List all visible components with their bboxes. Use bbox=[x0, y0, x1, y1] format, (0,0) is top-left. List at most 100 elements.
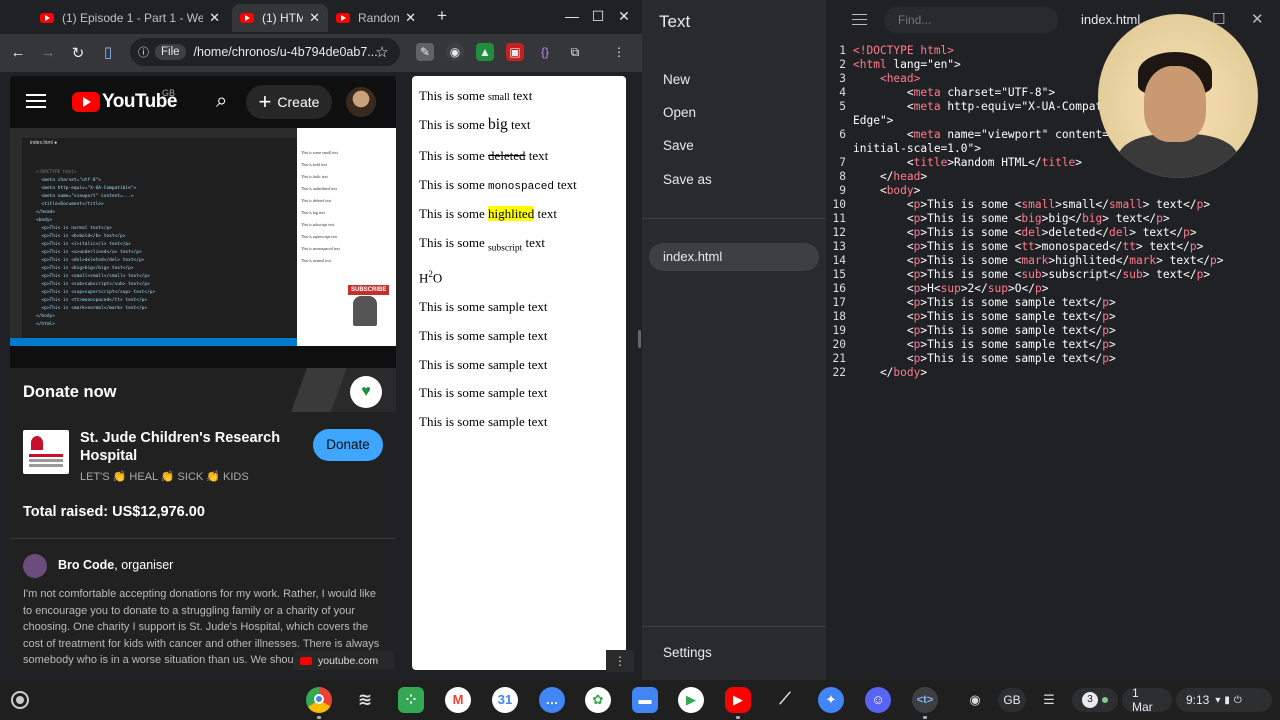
code-line: <p>This is some sample text</p> bbox=[853, 324, 1116, 337]
files-icon[interactable]: ▬ bbox=[632, 687, 658, 713]
donate-title: Donate now bbox=[23, 383, 117, 401]
organiser-role: , organiser bbox=[114, 558, 174, 572]
close-window-button[interactable]: ✕ bbox=[614, 8, 634, 25]
line-number: 11 bbox=[832, 212, 846, 225]
menu-open[interactable]: Open bbox=[663, 105, 696, 120]
address-bar[interactable]: ⓘ File /home/chronos/u-4b794de0ab7... bbox=[130, 38, 400, 66]
subscribe-badge: SUBSCRIBE bbox=[348, 285, 390, 295]
date-display[interactable]: 1 Mar bbox=[1122, 686, 1172, 714]
photos-icon[interactable]: ✿ bbox=[585, 687, 611, 713]
play-store-icon[interactable]: ▶ bbox=[678, 687, 704, 713]
file-name: index.html bbox=[1081, 12, 1141, 27]
sample-line: This is some sample text bbox=[419, 385, 548, 400]
menu-save-as[interactable]: Save as bbox=[663, 172, 712, 187]
find-input[interactable] bbox=[884, 7, 1058, 33]
analytics-icon[interactable]: ⟋ bbox=[772, 687, 798, 713]
text-app-icon[interactable]: <t> bbox=[912, 687, 938, 713]
create-button[interactable]: + Create bbox=[246, 85, 332, 119]
donate-button[interactable]: Donate bbox=[313, 429, 383, 461]
code-line: <meta charset="UTF-8"> bbox=[853, 86, 1056, 99]
close-icon[interactable]: ✕ bbox=[1251, 10, 1264, 28]
code-line: <p>This is some <small>small</small> tex… bbox=[853, 198, 1211, 211]
youtube-app-icon[interactable]: ▶ bbox=[725, 687, 751, 713]
tab-random[interactable]: Random ✕ bbox=[328, 4, 424, 32]
menu-save[interactable]: Save bbox=[663, 138, 694, 153]
close-icon[interactable]: ✕ bbox=[209, 10, 220, 26]
organiser-line: Bro Code, organiser bbox=[58, 558, 173, 572]
info-icon[interactable]: ⓘ bbox=[138, 44, 149, 60]
os-shelf: ≋ ⁘ M 31 … ✿ ▬ ▶ ▶ ⟋ ✦ ☺ <t> ◉ GB ☰ 3 1 … bbox=[0, 680, 1280, 720]
menu-new[interactable]: New bbox=[663, 72, 690, 87]
code-line: <html lang="en"> bbox=[853, 58, 961, 71]
resize-handle[interactable] bbox=[638, 330, 641, 348]
youtube-logo-icon[interactable] bbox=[72, 92, 100, 112]
chrome-icon[interactable] bbox=[306, 687, 332, 713]
organiser-name[interactable]: Bro Code bbox=[58, 558, 114, 572]
side-panel-icon[interactable]: ▯ bbox=[94, 43, 122, 61]
search-icon[interactable]: ⌕ bbox=[216, 90, 227, 113]
maximize-button[interactable]: ☐ bbox=[588, 8, 608, 25]
battery-icon: ▮ bbox=[1224, 694, 1230, 706]
avatar[interactable] bbox=[23, 554, 47, 578]
assistant-icon[interactable]: ✦ bbox=[818, 687, 844, 713]
line-number: 14 bbox=[832, 254, 846, 267]
keyboard-layout[interactable]: GB bbox=[998, 688, 1026, 712]
back-arrow-icon[interactable]: ← bbox=[4, 44, 32, 61]
code-line: <body> bbox=[853, 184, 921, 197]
video-player[interactable]: index.html ● <!DOCTYPE html> <meta chars… bbox=[10, 128, 396, 346]
clock: 9:13 bbox=[1186, 693, 1210, 707]
gmail-icon[interactable]: M bbox=[445, 687, 471, 713]
tab-html[interactable]: (1) HTML ✕ bbox=[232, 4, 328, 32]
drive-icon[interactable]: ▲ bbox=[476, 43, 494, 61]
menu-icon[interactable] bbox=[852, 14, 867, 25]
bookmark-star-icon[interactable]: ☆ bbox=[368, 43, 396, 61]
org-name[interactable]: St. Jude Children's Research Hospital bbox=[80, 429, 300, 465]
discord-icon[interactable]: ☺ bbox=[865, 687, 891, 713]
minimize-button[interactable]: — bbox=[562, 8, 582, 24]
calendar-icon[interactable]: 31 bbox=[492, 687, 518, 713]
cast-icon[interactable]: ≋ bbox=[352, 687, 378, 713]
source-pill[interactable]: youtube.com bbox=[294, 650, 394, 670]
close-icon[interactable]: ✕ bbox=[405, 10, 416, 26]
app-title: Text bbox=[659, 12, 691, 31]
code-line: <p>H<sup>2</sup>O</p> bbox=[853, 282, 1049, 295]
line-number: 19 bbox=[832, 324, 846, 337]
extension-eye-icon[interactable]: ◉ bbox=[446, 43, 464, 61]
apps-grid-icon[interactable]: ⁘ bbox=[398, 687, 424, 713]
clipboard-icon[interactable]: ☰ bbox=[1036, 687, 1062, 713]
line-number: 6 bbox=[839, 128, 846, 141]
open-file-item[interactable]: index.html bbox=[649, 243, 819, 271]
tab-episode[interactable]: (1) Episode 1 - Part 1 - Web Cod ✕ bbox=[32, 4, 228, 32]
youtube-icon bbox=[240, 13, 254, 23]
code-line: </body> bbox=[853, 366, 928, 379]
settings-item[interactable]: Settings bbox=[663, 645, 712, 660]
menu-icon[interactable] bbox=[26, 94, 46, 108]
reload-icon[interactable]: ↻ bbox=[64, 44, 92, 62]
kebab-menu-icon[interactable]: ⋮ bbox=[610, 43, 628, 61]
extensions-puzzle-icon[interactable]: ⧉ bbox=[566, 43, 584, 61]
tab-label: Random bbox=[358, 11, 400, 25]
notification-badge[interactable]: 3 bbox=[1072, 688, 1118, 712]
status-area[interactable]: 9:13 ▾ ▮ ⏻ bbox=[1176, 688, 1272, 712]
extension-tools-icon[interactable]: ✎ bbox=[416, 43, 434, 61]
close-icon[interactable]: ✕ bbox=[309, 10, 320, 26]
panel-menu-icon[interactable]: ⋮ bbox=[606, 650, 634, 672]
power-icon: ⏻ bbox=[1233, 694, 1242, 706]
youtube-side-panel: YouTube GB ⌕ + Create index.html ● <!DOC… bbox=[10, 76, 396, 670]
country-code: GB bbox=[162, 88, 176, 98]
code-line: </head> bbox=[853, 170, 928, 183]
record-icon[interactable]: ◉ bbox=[962, 687, 988, 713]
heart-icon: ♥ bbox=[350, 376, 382, 408]
forward-arrow-icon[interactable]: → bbox=[34, 44, 62, 61]
extension-red-icon[interactable]: ▣ bbox=[506, 43, 524, 61]
chat-icon[interactable]: … bbox=[539, 687, 565, 713]
launcher-icon[interactable] bbox=[11, 691, 29, 709]
wifi-icon: ▾ bbox=[1215, 694, 1221, 706]
code-line: <head> bbox=[879, 72, 921, 85]
avatar[interactable] bbox=[346, 87, 376, 117]
sample-line: This is some sample text bbox=[419, 299, 548, 314]
line-number: 10 bbox=[832, 198, 846, 211]
line-number: 8 bbox=[839, 170, 846, 183]
new-tab-button[interactable]: + bbox=[432, 6, 452, 26]
extension-brackets-icon[interactable]: {} bbox=[536, 43, 554, 61]
